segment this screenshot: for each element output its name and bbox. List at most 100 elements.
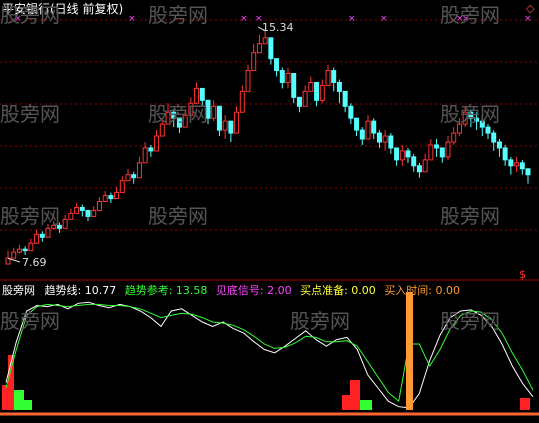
- candle-body: [234, 111, 240, 134]
- candle-body: [262, 37, 268, 45]
- candle-body: [422, 159, 428, 173]
- candle-body: [279, 70, 285, 83]
- candle-body: [91, 209, 97, 217]
- candle-body: [308, 81, 314, 92]
- candle-body: [68, 212, 74, 220]
- candle-body: [16, 248, 22, 253]
- candle-body: [399, 150, 405, 161]
- candle-body: [11, 251, 17, 259]
- histogram-bar: [360, 400, 372, 410]
- indicator-legend: 股旁网 趋势线: 10.77 趋势参考: 13.58 见底信号: 2.00 买点…: [2, 284, 460, 297]
- watermark: 股旁网: [290, 309, 350, 333]
- candle-body: [416, 165, 422, 173]
- signal-marker: $: [519, 268, 526, 281]
- candle-body: [382, 135, 388, 143]
- candle-body: [108, 195, 114, 200]
- top-x-marker: ×: [348, 14, 356, 24]
- watermark: 股旁网: [440, 3, 500, 27]
- diamond-marker-icon: ◇: [526, 2, 535, 15]
- low-price-annotation: 7.69: [22, 256, 47, 269]
- candle-body: [39, 233, 45, 238]
- candle-body: [325, 70, 331, 86]
- candle-body: [394, 147, 400, 161]
- candle-body: [251, 52, 257, 72]
- candle-body: [79, 206, 85, 211]
- watermark: 股旁网: [148, 102, 208, 126]
- top-x-marker: ×: [240, 14, 248, 24]
- legend-buy-time: 买入时间: 0.00: [384, 284, 461, 297]
- candle-body: [434, 144, 440, 149]
- candle-body: [496, 141, 502, 149]
- candle-body: [274, 58, 280, 72]
- watermark: 股旁网: [440, 204, 500, 228]
- candle-body: [336, 81, 342, 92]
- candle-body: [302, 90, 308, 107]
- candle-body: [119, 180, 125, 194]
- watermark: 股旁网: [0, 204, 60, 228]
- candle-body: [245, 70, 251, 92]
- candle-body: [365, 120, 371, 140]
- candle-body: [376, 132, 382, 143]
- legend-trend-line: 趋势线: 10.77: [44, 284, 117, 297]
- candle-body: [491, 132, 497, 143]
- candle-body: [216, 105, 222, 131]
- watermark: 股旁网: [0, 309, 60, 333]
- candle-body: [22, 248, 28, 252]
- legend-buy-prep: 买点准备: 0.00: [300, 284, 376, 297]
- candle-body: [525, 168, 531, 176]
- candle-body: [74, 206, 80, 214]
- legend-trend-ref: 趋势参考: 13.58: [124, 284, 208, 297]
- top-x-marker: ×: [524, 14, 532, 24]
- candle-body: [96, 201, 102, 211]
- candle-body: [485, 126, 491, 134]
- candle-body: [222, 120, 228, 131]
- buy-time-bar: [406, 292, 413, 410]
- candle-body: [148, 147, 154, 152]
- watermark: 股旁网: [0, 102, 60, 126]
- candle-body: [45, 227, 51, 238]
- candle-body: [142, 147, 148, 164]
- candle-body: [411, 156, 417, 167]
- candle-body: [354, 117, 360, 131]
- histogram-bar: [14, 390, 24, 410]
- candle-body: [136, 162, 142, 179]
- candle-body: [154, 135, 160, 152]
- histogram-bar: [342, 395, 350, 410]
- candle-body: [131, 174, 137, 179]
- candle-body: [199, 87, 205, 101]
- legend-bottom-signal: 见底信号: 2.00: [215, 284, 292, 297]
- candle-body: [439, 147, 445, 158]
- watermark: 股旁网: [148, 3, 208, 27]
- watermark: 股旁网: [440, 102, 500, 126]
- candle-body: [445, 141, 451, 158]
- candle-body: [314, 81, 320, 101]
- top-x-marker: ×: [380, 14, 388, 24]
- candle-body: [348, 105, 354, 119]
- candle-body: [519, 162, 525, 170]
- candle-body: [428, 144, 434, 161]
- candle-body: [285, 73, 291, 83]
- candle-body: [85, 209, 91, 217]
- candle-body: [502, 147, 508, 161]
- candle-body: [62, 218, 68, 229]
- candle-body: [296, 96, 302, 107]
- candle-body: [508, 159, 514, 167]
- candle-body: [371, 120, 377, 134]
- high-price-annotation: 15.34: [262, 21, 294, 34]
- candle-body: [451, 132, 457, 143]
- candle-body: [331, 70, 337, 83]
- candle-body: [514, 162, 520, 167]
- watermark: 股旁网: [0, 3, 60, 27]
- watermark: 股旁网: [440, 309, 500, 333]
- candle-body: [319, 84, 325, 101]
- candle-body: [388, 135, 394, 149]
- candle-body: [359, 129, 365, 140]
- candle-body: [405, 150, 411, 158]
- stock-chart-screen: × × × × × × × × × 平安银行(日线 前复权) ◇ 15.34 7.69 $ 股旁…: [0, 0, 539, 423]
- top-x-marker: ×: [128, 14, 136, 24]
- histogram-bar: [350, 380, 360, 410]
- watermark: 股旁网: [148, 204, 208, 228]
- candle-body: [211, 105, 217, 119]
- candle-body: [102, 195, 108, 203]
- candle-body: [228, 120, 234, 134]
